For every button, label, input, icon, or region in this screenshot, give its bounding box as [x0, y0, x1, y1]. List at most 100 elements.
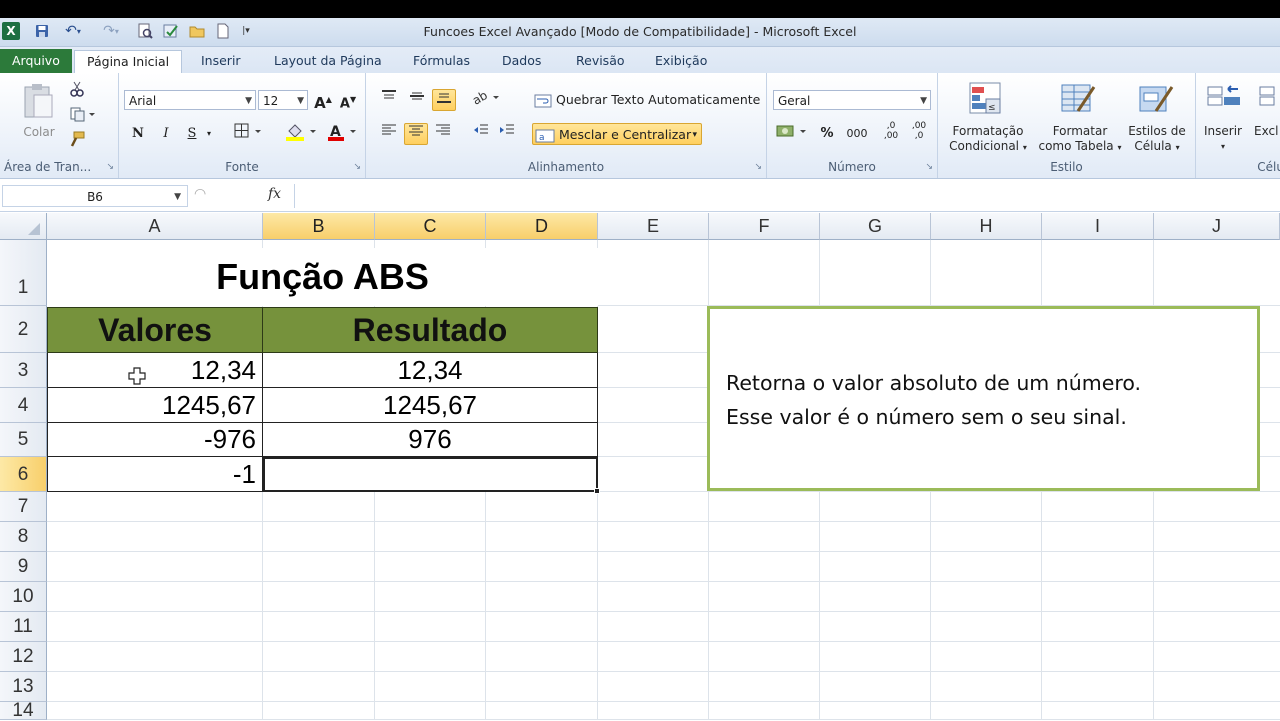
sheet-title-cell[interactable]: Função ABS [47, 248, 598, 306]
format-painter-icon[interactable] [66, 131, 88, 153]
row-header-2[interactable]: 2 [0, 306, 47, 353]
row-header-3[interactable]: 3 [0, 353, 47, 388]
result-cell[interactable]: 12,34 [263, 353, 598, 388]
description-textbox[interactable]: Retorna o valor absoluto de um número. E… [707, 306, 1260, 491]
value-cell[interactable]: 12,34 [47, 353, 263, 388]
row-header-13[interactable]: 13 [0, 672, 47, 702]
conditional-formatting-label-1[interactable]: Formatação [940, 124, 1036, 139]
align-right-icon[interactable] [432, 123, 454, 145]
column-header-d[interactable]: D [486, 213, 598, 240]
column-header-g[interactable]: G [820, 213, 931, 240]
column-header-f[interactable]: F [709, 213, 820, 240]
align-center-icon[interactable] [404, 123, 428, 145]
shrink-font-icon[interactable]: A▼ [337, 89, 359, 111]
copy-icon[interactable] [66, 106, 100, 128]
format-as-table-button[interactable]: como Tabela ▾ [1030, 139, 1130, 155]
tab-home[interactable]: Página Inicial [74, 50, 183, 73]
row-header-11[interactable]: 11 [0, 612, 47, 642]
chevron-down-icon[interactable]: ▾ [203, 123, 215, 145]
fill-color-icon[interactable] [284, 123, 320, 145]
row-header-12[interactable]: 12 [0, 642, 47, 672]
cut-icon[interactable] [66, 81, 88, 103]
formula-input[interactable] [294, 184, 1280, 208]
font-launcher-icon[interactable]: ↘ [353, 162, 361, 172]
grow-font-icon[interactable]: A▲ [312, 89, 334, 112]
insert-cells-label[interactable]: Inserir [1198, 124, 1248, 139]
selected-result-cell[interactable] [263, 457, 598, 492]
tab-page-layout[interactable]: Layout da Página [262, 50, 394, 72]
font-size-select[interactable]: 12 ▼ [258, 90, 308, 110]
column-header-a[interactable]: A [47, 213, 263, 240]
insert-function-button[interactable]: fx [268, 186, 290, 206]
thousands-separator-button[interactable]: 000 [843, 123, 871, 145]
italic-button[interactable]: I [155, 123, 177, 145]
tab-review[interactable]: Revisão [564, 50, 637, 72]
value-cell[interactable]: -976 [47, 423, 263, 457]
format-as-table-icon[interactable] [1060, 81, 1096, 117]
tab-formulas[interactable]: Fórmulas [401, 50, 482, 72]
row-header-7[interactable]: 7 [0, 492, 47, 522]
tab-file[interactable]: Arquivo [0, 49, 72, 73]
select-all-button[interactable] [0, 213, 47, 240]
align-left-icon[interactable] [378, 123, 400, 145]
number-launcher-icon[interactable]: ↘ [925, 162, 933, 172]
clipboard-launcher-icon[interactable]: ↘ [106, 162, 114, 172]
fill-handle[interactable] [594, 488, 600, 494]
alignment-launcher-icon[interactable]: ↘ [754, 162, 762, 172]
value-cell[interactable]: 1245,67 [47, 388, 263, 423]
tab-view[interactable]: Exibição [643, 50, 719, 72]
name-box[interactable]: B6 ▼ [2, 185, 188, 207]
column-header-c[interactable]: C [375, 213, 486, 240]
cell-styles-label-1[interactable]: Estilos de [1124, 124, 1190, 139]
column-header-j[interactable]: J [1154, 213, 1280, 240]
increase-decimal-button[interactable]: ,0 ,00 [879, 121, 903, 143]
wrap-text-button[interactable]: Quebrar Texto Automaticamente [534, 89, 762, 111]
column-header-b[interactable]: B [263, 213, 375, 240]
row-header-9[interactable]: 9 [0, 552, 47, 582]
row-header-5[interactable]: 5 [0, 423, 47, 457]
row-header-1[interactable]: 1 [0, 240, 47, 306]
conditional-formatting-button[interactable]: Condicional ▾ [940, 139, 1036, 155]
font-color-icon[interactable]: A [324, 123, 364, 145]
paste-label[interactable]: Colar [14, 125, 64, 140]
delete-cells-label[interactable]: Excl [1254, 124, 1280, 139]
value-cell[interactable]: -1 [47, 457, 263, 492]
delete-cells-icon[interactable] [1258, 83, 1280, 117]
row-header-4[interactable]: 4 [0, 388, 47, 423]
accounting-format-icon[interactable] [773, 123, 813, 145]
column-header-e[interactable]: E [598, 213, 709, 240]
increase-indent-icon[interactable] [496, 123, 518, 145]
header-result-cell[interactable]: Resultado [263, 307, 598, 353]
row-header-8[interactable]: 8 [0, 522, 47, 552]
row-header-14[interactable]: 14 [0, 701, 47, 720]
cell-styles-button[interactable]: Célula ▾ [1124, 139, 1190, 155]
paste-icon[interactable] [22, 83, 54, 121]
merge-center-button[interactable]: a Mesclar e Centralizar ▾ [532, 123, 702, 145]
bold-button[interactable]: N [127, 123, 149, 145]
row-header-6[interactable]: 6 [0, 457, 47, 492]
conditional-formatting-icon[interactable]: ≤ [968, 81, 1004, 117]
borders-icon[interactable] [231, 123, 267, 145]
underline-button[interactable]: S [181, 123, 203, 145]
number-format-select[interactable]: Geral ▼ [773, 90, 931, 110]
column-header-h[interactable]: H [931, 213, 1042, 240]
insert-cells-icon[interactable] [1206, 83, 1242, 117]
cell-styles-icon[interactable] [1138, 81, 1174, 117]
decrease-indent-icon[interactable] [470, 123, 492, 145]
top-align-icon[interactable] [378, 89, 400, 111]
chevron-down-icon[interactable]: ▾ [1198, 139, 1248, 154]
percent-button[interactable]: % [817, 123, 837, 145]
row-header-10[interactable]: 10 [0, 582, 47, 612]
result-cell[interactable]: 976 [263, 423, 598, 457]
tab-insert[interactable]: Inserir [189, 50, 253, 72]
orientation-icon[interactable]: ab [470, 88, 502, 111]
result-cell[interactable]: 1245,67 [263, 388, 598, 423]
header-values-cell[interactable]: Valores [47, 307, 263, 353]
column-header-i[interactable]: I [1042, 213, 1154, 240]
font-name-select[interactable]: Arial ▼ [124, 90, 256, 110]
formula-bar-resize-handle[interactable]: ◠ [194, 186, 210, 206]
decrease-decimal-button[interactable]: ,00 ,0 [907, 121, 931, 143]
format-as-table-label-1[interactable]: Formatar [1030, 124, 1130, 139]
middle-align-icon[interactable] [406, 89, 428, 111]
bottom-align-icon[interactable] [432, 89, 456, 111]
